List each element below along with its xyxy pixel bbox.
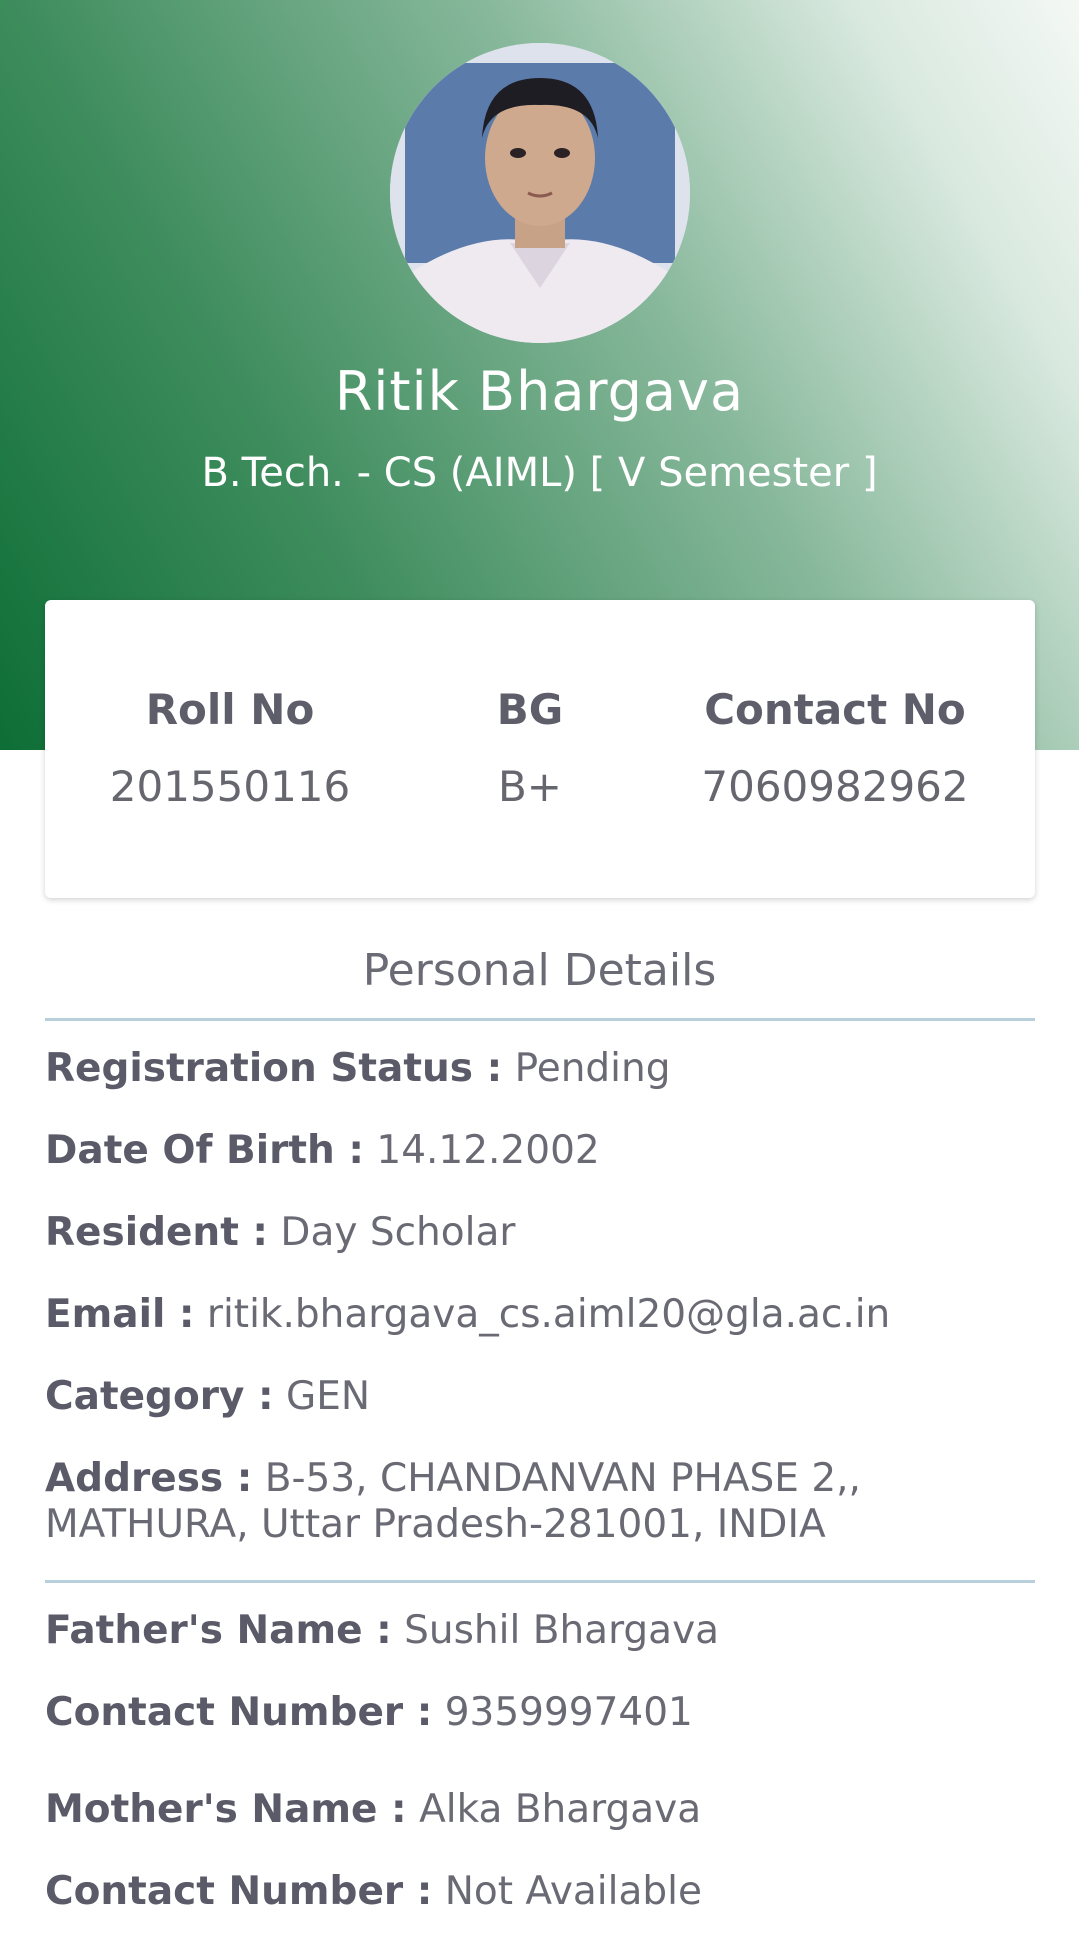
address-row: Address : B-53, CHANDANVAN PHASE 2,, MAT… — [45, 1456, 1035, 1548]
roll-number-stat: Roll No 201550116 — [105, 685, 355, 811]
father-contact-value[interactable]: 9359997401 — [445, 1690, 693, 1735]
blood-group-value: B+ — [497, 762, 562, 811]
personal-details-heading: Personal Details — [362, 945, 717, 996]
roll-number-value: 201550116 — [109, 762, 351, 811]
date-of-birth-row: Date Of Birth : 14.12.2002 — [45, 1128, 1045, 1174]
mother-contact-row: Contact Number : Not Available — [45, 1869, 1045, 1915]
father-contact-label: Contact Number : — [45, 1690, 433, 1735]
registration-status-label: Registration Status : — [45, 1046, 503, 1091]
mother-contact-value: Not Available — [444, 1869, 702, 1914]
contact-number-label: Contact No — [704, 685, 966, 734]
contact-number-stat: Contact No 7060982962 — [675, 685, 995, 811]
blood-group-stat: BG B+ — [455, 685, 605, 811]
date-of-birth-value: 14.12.2002 — [376, 1128, 600, 1173]
mother-name-row: Mother's Name : Alka Bhargava — [45, 1787, 1045, 1833]
mother-name-label: Mother's Name : — [45, 1787, 407, 1832]
summary-card: Roll No 201550116 BG B+ Contact No 70609… — [45, 600, 1035, 898]
section-divider — [45, 1018, 1035, 1021]
email-label: Email : — [45, 1292, 195, 1337]
student-program: B.Tech. - CS (AIML) [ V Semester ] — [201, 450, 878, 496]
category-row: Category : GEN — [45, 1374, 1045, 1420]
mother-contact-label: Contact Number : — [45, 1869, 433, 1914]
father-name-row: Father's Name : Sushil Bhargava — [45, 1608, 1045, 1654]
profile-photo[interactable] — [390, 43, 690, 343]
section-divider — [45, 1580, 1035, 1583]
category-value: GEN — [285, 1374, 371, 1419]
roll-number-label: Roll No — [145, 685, 315, 734]
resident-value: Day Scholar — [280, 1210, 516, 1255]
email-value[interactable]: ritik.bhargava_cs.aiml20@gla.ac.in — [207, 1292, 890, 1337]
father-name-label: Father's Name : — [45, 1608, 392, 1653]
registration-status-value: Pending — [514, 1046, 671, 1091]
father-name-value: Sushil Bhargava — [404, 1608, 720, 1653]
student-profile-page: Ritik Bhargava B.Tech. - CS (AIML) [ V S… — [0, 0, 1079, 1946]
resident-row: Resident : Day Scholar — [45, 1210, 1045, 1256]
address-label: Address : — [45, 1456, 253, 1501]
father-contact-row: Contact Number : 9359997401 — [45, 1690, 1045, 1736]
profile-photo-image — [390, 43, 690, 343]
email-row: Email : ritik.bhargava_cs.aiml20@gla.ac.… — [45, 1292, 1045, 1338]
resident-label: Resident : — [45, 1210, 269, 1255]
date-of-birth-label: Date Of Birth : — [45, 1128, 364, 1173]
mother-name-value: Alka Bhargava — [419, 1787, 702, 1832]
student-name: Ritik Bhargava — [334, 360, 745, 423]
category-label: Category : — [45, 1374, 274, 1419]
registration-status-row: Registration Status : Pending — [45, 1046, 1045, 1092]
contact-number-value[interactable]: 7060982962 — [675, 762, 995, 811]
blood-group-label: BG — [496, 685, 564, 734]
